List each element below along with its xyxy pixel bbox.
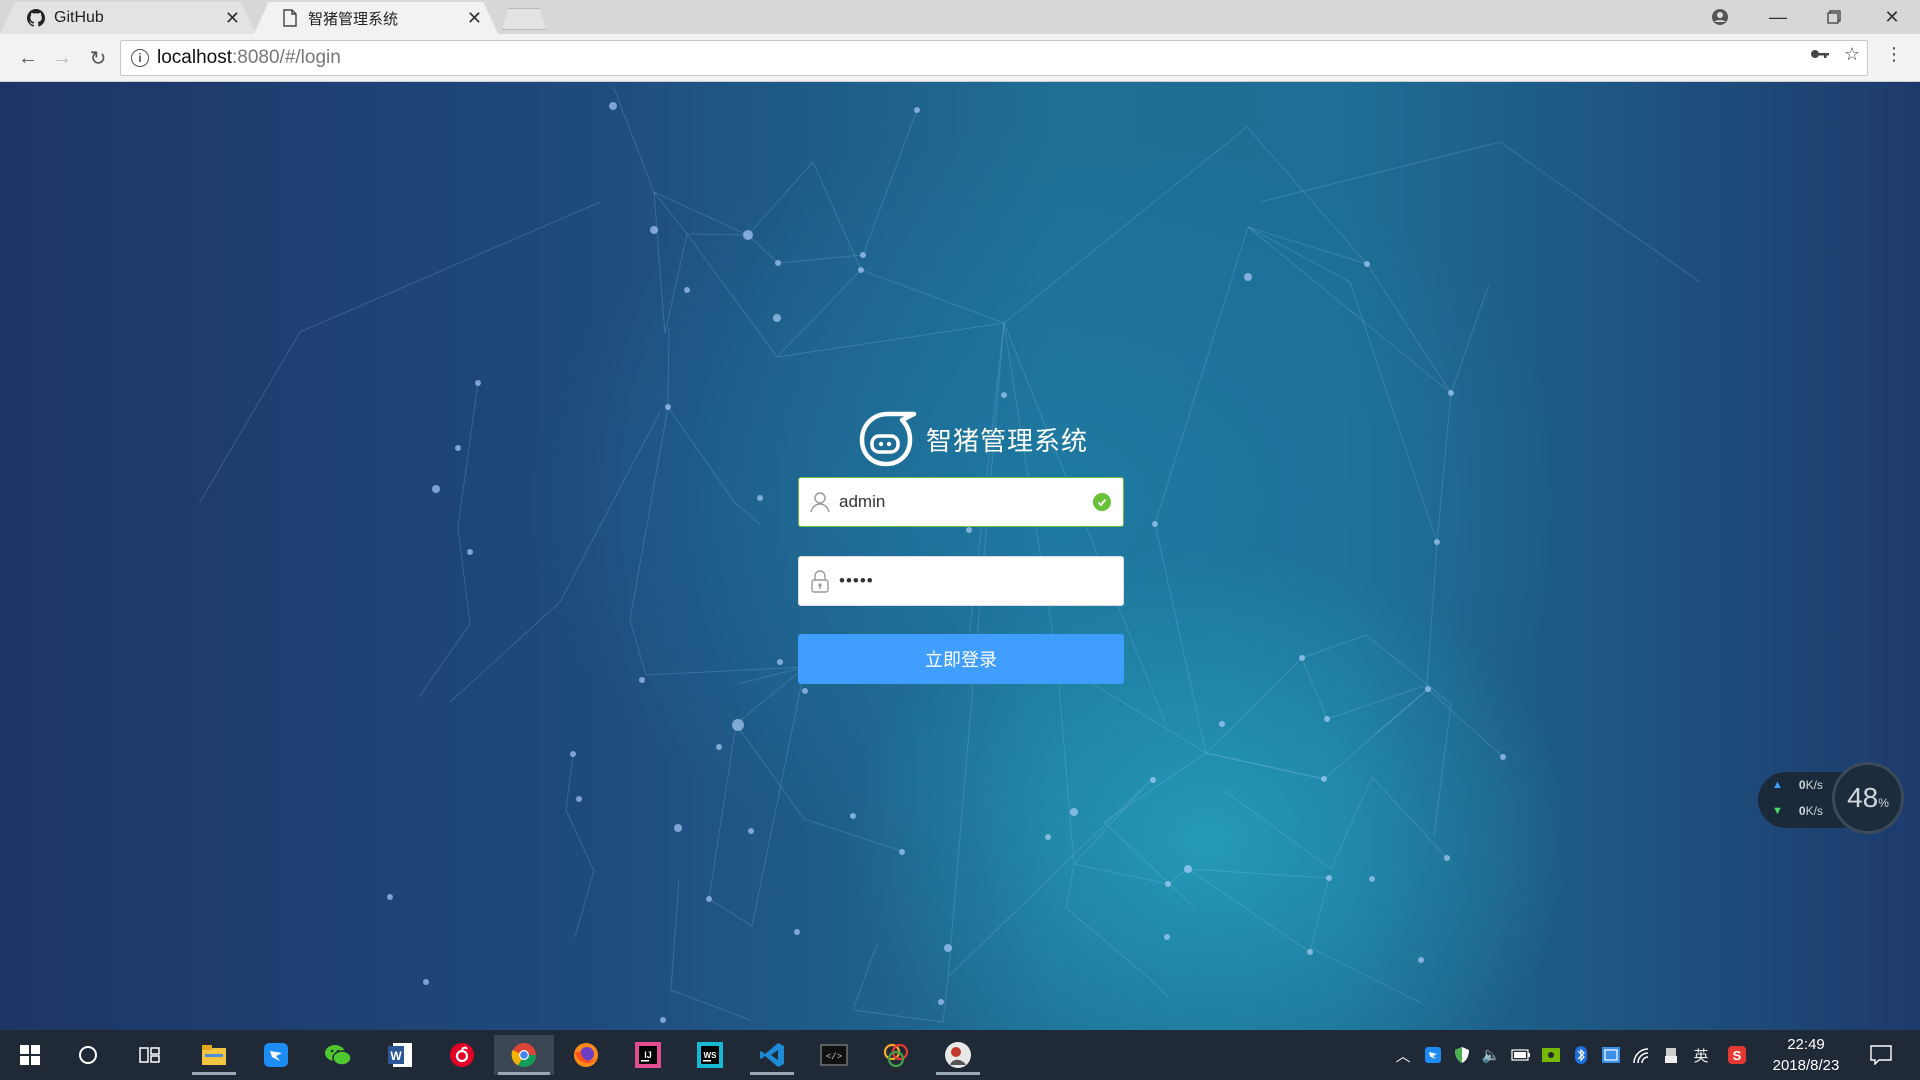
svg-text:W: W [390,1049,402,1063]
svg-text:WS: WS [704,1051,718,1060]
close-icon[interactable]: ✕ [225,8,240,29]
windows-taskbar: W IJ WS </> ︿ 🔈 英 S 22:49 2018/8/23 [0,1030,1920,1080]
brand: 智猪管理系统 [852,408,1088,470]
bookmark-star-icon[interactable]: ☆ [1840,42,1864,66]
svg-text:IJ: IJ [644,1050,652,1060]
username-field[interactable] [798,477,1124,527]
tray-shield-icon[interactable] [1451,1044,1473,1066]
restore-icon[interactable] [1806,0,1862,34]
url-host: localhost [157,47,232,68]
window-close-icon[interactable]: ✕ [1864,0,1920,34]
new-tab-button[interactable] [502,8,546,30]
login-button[interactable]: 立即登录 [798,634,1124,684]
menu-icon[interactable]: ⋮ [1882,42,1906,66]
tray-expand-icon[interactable]: ︿ [1392,1044,1414,1066]
tray-app-icon[interactable] [1600,1044,1622,1066]
input-language[interactable]: 英 [1690,1044,1712,1066]
lock-icon [805,566,835,596]
netease-music-icon[interactable] [436,1035,488,1075]
app-title: 智猪管理系统 [926,425,1089,456]
dingtalk-icon[interactable] [250,1035,302,1075]
tab-github[interactable]: GitHub ✕ [0,2,256,34]
usb-device-icon[interactable] [1660,1044,1682,1066]
download-speed: ▼ 0 K/s [1772,804,1823,818]
valid-check-icon [1093,493,1111,511]
task-view-icon[interactable] [124,1035,176,1075]
tab-title: GitHub [54,9,104,26]
browser-toolbar: ← → ↻ i localhost:8080/#/login ☆ ⋮ [0,34,1920,82]
password-input[interactable] [835,561,1123,601]
usage-gauge: 48% [1832,762,1904,834]
site-info-icon[interactable]: i [131,49,149,67]
webstorm-icon[interactable]: WS [684,1035,736,1075]
username-input[interactable] [835,482,1093,522]
sogou-ime-icon[interactable]: S [1726,1044,1748,1066]
tab-title: 智猪管理系统 [308,10,399,28]
key-icon[interactable] [1808,42,1832,66]
wechat-icon[interactable] [312,1035,364,1075]
back-icon[interactable]: ← [14,44,42,72]
tab-zhizhu[interactable]: 智猪管理系统 ✕ [254,2,498,34]
firefox-icon[interactable] [560,1035,612,1075]
notification-center-icon[interactable] [1868,1042,1894,1068]
upload-speed: ▲ 0 K/s [1772,778,1823,792]
upload-arrow-icon: ▲ [1772,779,1783,791]
photo-app-icon[interactable] [870,1035,922,1075]
chrome-icon[interactable] [494,1035,554,1075]
minimize-icon[interactable]: — [1750,0,1806,34]
svg-text:</>: </> [826,1052,842,1062]
word-icon[interactable]: W [374,1035,426,1075]
url-path: :8080/#/login [232,47,341,68]
system-clock[interactable]: 22:49 2018/8/23 [1762,1034,1850,1076]
terminal-icon[interactable]: </> [808,1035,860,1075]
volume-icon[interactable]: 🔈 [1480,1044,1502,1066]
avatar-app-icon[interactable] [932,1035,984,1075]
reload-icon[interactable]: ↻ [84,44,112,72]
nvidia-icon[interactable] [1540,1044,1562,1066]
page-icon [280,8,300,28]
download-arrow-icon: ▼ [1772,805,1783,817]
file-explorer-icon[interactable] [188,1035,240,1075]
battery-icon[interactable] [1510,1044,1532,1066]
cortana-icon[interactable] [62,1035,114,1075]
profile-icon[interactable] [1692,0,1748,34]
intellij-icon[interactable]: IJ [622,1035,674,1075]
address-bar[interactable]: i localhost:8080/#/login [120,40,1868,76]
close-icon[interactable]: ✕ [467,8,482,29]
github-icon [26,8,46,28]
network-speed-widget[interactable]: ▲ 0 K/s ▼ 0 K/s 48% [1758,762,1904,836]
tray-dingtalk-icon[interactable] [1422,1044,1444,1066]
wifi-icon[interactable] [1630,1044,1652,1066]
clock-date: 2018/8/23 [1772,1057,1840,1074]
clock-time: 22:49 [1787,1036,1825,1053]
bluetooth-icon[interactable] [1570,1044,1592,1066]
svg-text:S: S [1733,1048,1742,1063]
user-icon [805,487,835,517]
windows-start-icon[interactable] [4,1035,56,1075]
vscode-icon[interactable] [746,1035,798,1075]
password-field[interactable] [798,556,1124,606]
forward-icon[interactable]: → [48,44,76,72]
pig-logo-icon [859,411,917,467]
browser-tab-bar: GitHub ✕ 智猪管理系统 ✕ — ✕ [0,0,1920,34]
